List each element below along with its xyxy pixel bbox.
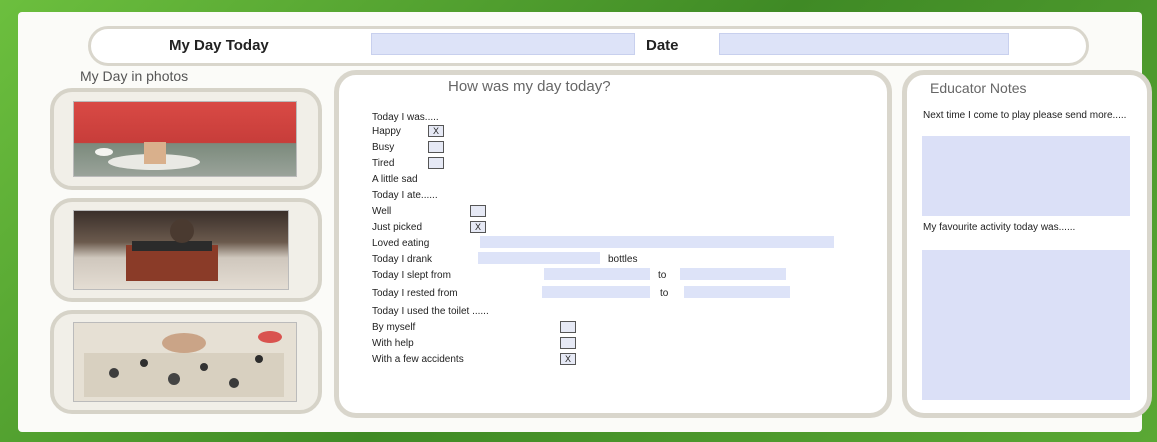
photo-image [73, 322, 297, 402]
ate-picked-checkbox[interactable]: X [470, 221, 486, 233]
rested-to-field[interactable] [684, 286, 790, 298]
loved-eating-field[interactable] [480, 236, 834, 248]
toilet-accidents-label: With a few accidents [372, 354, 464, 365]
slept-to-field[interactable] [680, 268, 786, 280]
slept-to-label: to [658, 270, 667, 281]
today-i-was-label: Today I was..... [372, 112, 439, 123]
notes-heading: Educator Notes [930, 80, 1027, 96]
photos-heading: My Day in photos [80, 68, 189, 84]
toilet-myself-checkbox[interactable] [560, 321, 576, 333]
rested-from-field[interactable] [542, 286, 650, 298]
next-time-label: Next time I come to play please send mor… [923, 110, 1127, 121]
drank-field[interactable] [478, 252, 600, 264]
ate-well-checkbox[interactable] [470, 205, 486, 217]
ate-picked-label: Just picked [372, 222, 423, 233]
slept-label: Today I slept from [372, 270, 451, 281]
mood-tired-label: Tired [372, 158, 395, 169]
toilet-label: Today I used the toilet ...... [372, 306, 489, 317]
mood-busy-label: Busy [372, 142, 395, 153]
date-field[interactable] [719, 33, 1009, 55]
mood-busy-checkbox[interactable] [428, 141, 444, 153]
mood-happy-checkbox[interactable]: X [428, 125, 444, 137]
photo-frame-2 [50, 198, 322, 302]
favourite-field[interactable] [922, 250, 1130, 400]
today-i-ate-label: Today I ate...... [372, 190, 438, 201]
favourite-label: My favourite activity today was...... [923, 222, 1076, 233]
photo-drawing [126, 219, 218, 281]
drank-label: Today I drank [372, 254, 433, 265]
photo-image [73, 101, 297, 177]
title-bar: My Day Today Date [88, 26, 1089, 66]
photo-drawing [84, 331, 284, 397]
name-field[interactable] [371, 33, 635, 55]
date-label: Date [646, 37, 679, 54]
toilet-help-checkbox[interactable] [560, 337, 576, 349]
mood-happy-label: Happy [372, 126, 401, 137]
rested-label: Today I rested from [372, 288, 458, 299]
mood-tired-checkbox[interactable] [428, 157, 444, 169]
next-time-field[interactable] [922, 136, 1130, 216]
loved-eating-label: Loved eating [372, 238, 430, 249]
mood-sad-label: A little sad [372, 174, 418, 185]
photo-drawing [95, 142, 200, 170]
toilet-myself-label: By myself [372, 322, 416, 333]
slept-from-field[interactable] [544, 268, 650, 280]
ate-well-label: Well [372, 206, 392, 217]
photo-image [73, 210, 289, 290]
toilet-help-label: With help [372, 338, 414, 349]
photo-frame-3 [50, 310, 322, 414]
toilet-accidents-checkbox[interactable]: X [560, 353, 576, 365]
drank-suffix: bottles [608, 254, 638, 265]
main-heading: How was my day today? [448, 78, 611, 95]
page-title: My Day Today [169, 37, 269, 54]
photo-frame-1 [50, 88, 322, 190]
rested-to-label: to [660, 288, 669, 299]
